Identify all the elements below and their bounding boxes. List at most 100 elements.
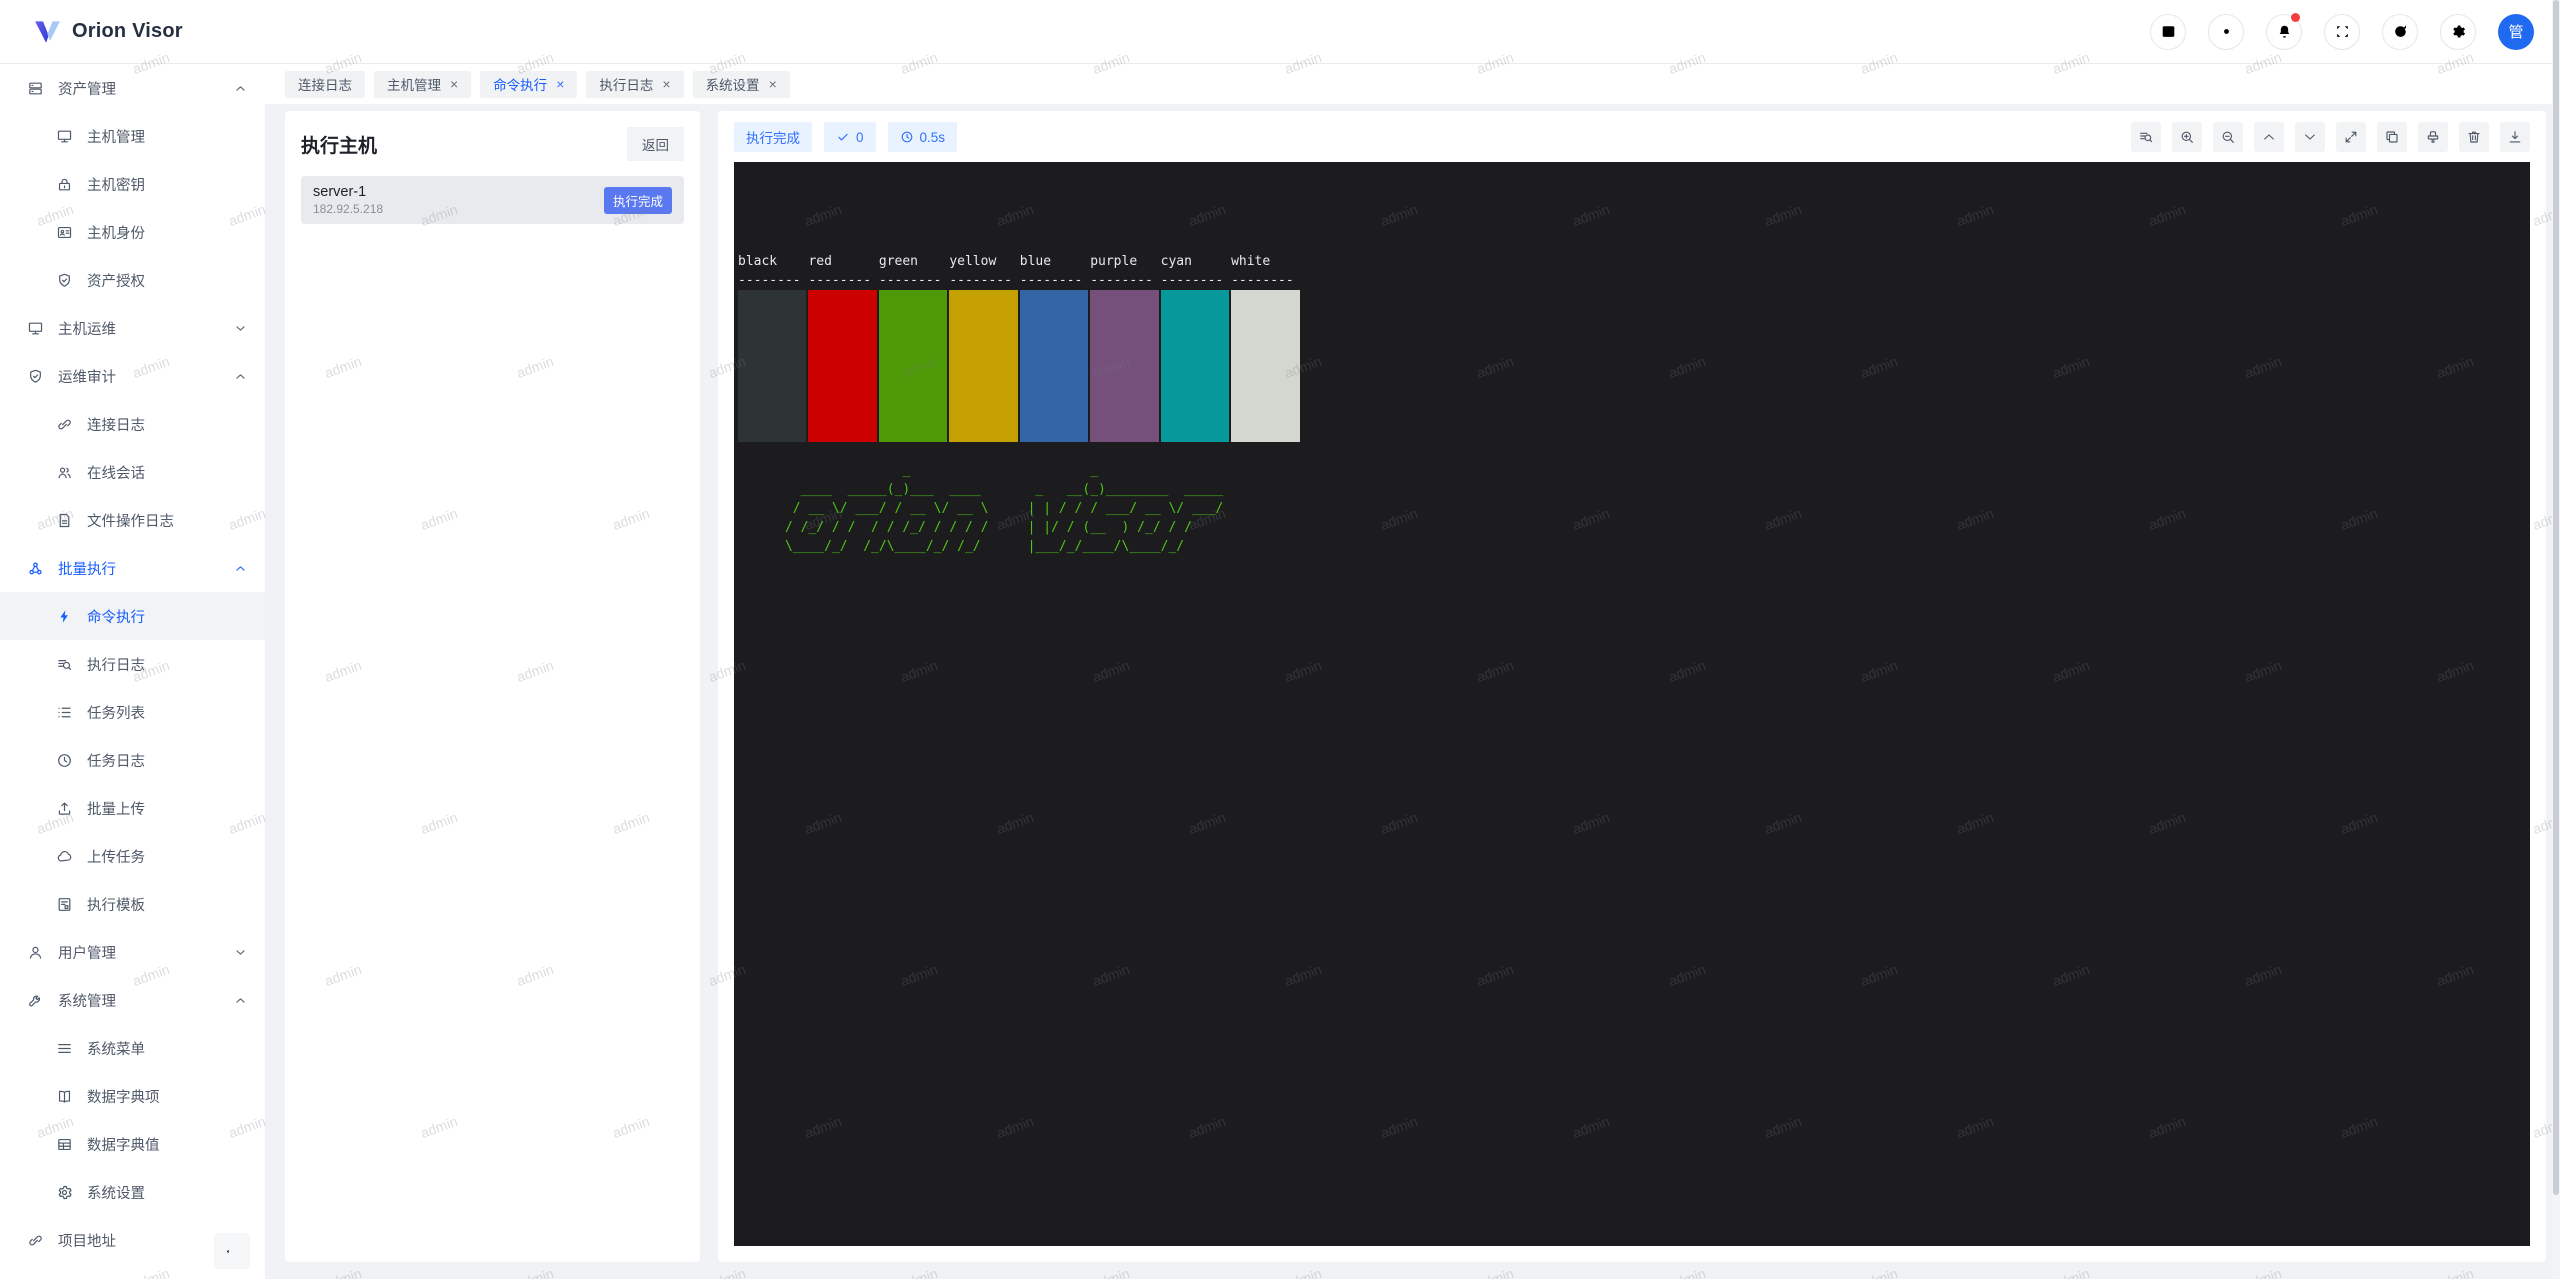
sidebar-item-host-identity[interactable]: 主机身份 — [0, 208, 265, 256]
chevron-up-icon — [2261, 129, 2277, 145]
shield-check-icon — [56, 272, 73, 289]
tab-connect-log[interactable]: 连接日志 — [285, 71, 365, 98]
tab-command-execution[interactable]: 命令执行× — [480, 71, 577, 98]
zoom-in-icon — [2179, 129, 2195, 145]
sidebar-item-batch-upload[interactable]: 批量上传 — [0, 784, 265, 832]
refresh-button[interactable] — [2382, 14, 2418, 50]
chevron-down-icon — [234, 322, 247, 335]
sidebar-item-upload-task[interactable]: 上传任务 — [0, 832, 265, 880]
user-avatar[interactable]: 管 — [2498, 14, 2534, 50]
sidebar-group-host-ops[interactable]: 主机运维 — [0, 304, 265, 352]
sidebar-item-asset-authorization[interactable]: 资产授权 — [0, 256, 265, 304]
sidebar-item-task-log[interactable]: 任务日志 — [0, 736, 265, 784]
monitor-icon — [27, 320, 44, 337]
chevron-down-icon — [2302, 129, 2318, 145]
zoom-out-icon — [2220, 129, 2236, 145]
brush-icon — [2425, 129, 2441, 145]
sidebar-item-command-execution[interactable]: 命令执行 — [0, 592, 265, 640]
sidebar-item-dict-values[interactable]: 数据字典值 — [0, 1120, 265, 1168]
settings-button[interactable] — [2440, 14, 2476, 50]
notifications-button[interactable] — [2266, 14, 2302, 50]
host-name: server-1 — [313, 184, 383, 200]
user-icon — [27, 944, 44, 961]
status-badge: 执行完成 — [734, 122, 812, 152]
sidebar-group-asset-management[interactable]: 资产管理 — [0, 64, 265, 112]
sidebar-group-batch-execution[interactable]: 批量执行 — [0, 544, 265, 592]
chevron-up-icon — [234, 994, 247, 1007]
theme-toggle-button[interactable] — [2208, 14, 2244, 50]
sidebar-menu: 资产管理主机管理主机密钥主机身份资产授权主机运维运维审计连接日志在线会话文件操作… — [0, 64, 265, 1264]
sidebar: 资产管理主机管理主机密钥主机身份资产授权主机运维运维审计连接日志在线会话文件操作… — [0, 64, 265, 1279]
sidebar-item-connect-log[interactable]: 连接日志 — [0, 400, 265, 448]
sidebar-group-user-management[interactable]: 用户管理 — [0, 928, 265, 976]
sidebar-group-system-management[interactable]: 系统管理 — [0, 976, 265, 1024]
sidebar-item-execution-template[interactable]: 执行模板 — [0, 880, 265, 928]
terminal-output[interactable]: black red green yellow blue purple cyan … — [734, 162, 2530, 1246]
swatch-white — [1231, 290, 1301, 442]
chevron-up-button[interactable] — [2254, 122, 2284, 152]
trash-button[interactable] — [2459, 122, 2489, 152]
app-logo: Orion Visor — [34, 20, 183, 44]
sidebar-item-system-menu[interactable]: 系统菜单 — [0, 1024, 265, 1072]
execution-hosts-panel: 执行主机 返回 server-1 182.92.5.218 执行完成 — [285, 111, 700, 1262]
close-icon[interactable]: × — [556, 77, 564, 91]
link-icon — [27, 1232, 44, 1249]
sidebar-item-online-session[interactable]: 在线会话 — [0, 448, 265, 496]
clock-icon — [56, 752, 73, 769]
close-icon[interactable]: × — [769, 77, 777, 91]
brush-button[interactable] — [2418, 122, 2448, 152]
chevron-down-button[interactable] — [2295, 122, 2325, 152]
sidebar-item-host-keys[interactable]: 主机密钥 — [0, 160, 265, 208]
back-button[interactable]: 返回 — [627, 127, 684, 161]
ascii-art-line: \____/_/ /_/\____/_/ /_/ |___/_/____/\__… — [738, 537, 2526, 556]
users-icon — [56, 464, 73, 481]
expand-button[interactable] — [2336, 122, 2366, 152]
expand-icon — [2343, 129, 2359, 145]
tab-bar: 连接日志主机管理× 命令执行× 执行日志× 系统设置× — [265, 64, 2560, 104]
palette-labels: black red green yellow blue purple cyan … — [738, 252, 2526, 271]
page-scrollbar-thumb[interactable] — [2553, 0, 2559, 1195]
zoom-out-button[interactable] — [2213, 122, 2243, 152]
host-status-badge: 执行完成 — [604, 187, 672, 214]
sidebar-item-dict-keys[interactable]: 数据字典项 — [0, 1072, 265, 1120]
tab-execution-log[interactable]: 执行日志× — [586, 71, 683, 98]
file-text-icon — [56, 512, 73, 529]
search-list-button[interactable] — [2131, 122, 2161, 152]
header-actions: 管 — [2150, 14, 2534, 50]
search-list-icon — [56, 656, 73, 673]
clock-icon — [900, 130, 914, 144]
code-square-button[interactable] — [2150, 14, 2186, 50]
cluster-icon — [27, 560, 44, 577]
sidebar-item-execution-log[interactable]: 执行日志 — [0, 640, 265, 688]
sidebar-item-file-operation-log[interactable]: 文件操作日志 — [0, 496, 265, 544]
color-swatches — [738, 290, 2526, 442]
close-icon[interactable]: × — [450, 77, 458, 91]
tab-system-settings[interactable]: 系统设置× — [693, 71, 790, 98]
sidebar-item-task-list[interactable]: 任务列表 — [0, 688, 265, 736]
copy-icon — [2384, 129, 2400, 145]
swatch-green — [879, 290, 949, 442]
swatch-red — [808, 290, 878, 442]
exit-code-badge: 0 — [824, 122, 876, 152]
sidebar-collapse-button[interactable] — [214, 1233, 250, 1269]
swatch-cyan — [1161, 290, 1231, 442]
id-card-icon — [56, 224, 73, 241]
swatch-black — [738, 290, 808, 442]
sidebar-group-ops-audit[interactable]: 运维审计 — [0, 352, 265, 400]
fullscreen-button[interactable] — [2324, 14, 2360, 50]
host-item[interactable]: server-1 182.92.5.218 执行完成 — [301, 176, 684, 224]
sidebar-item-system-settings[interactable]: 系统设置 — [0, 1168, 265, 1216]
chevron-up-icon — [234, 370, 247, 383]
bolt-icon — [56, 608, 73, 625]
app-header: Orion Visor 管 — [0, 0, 2560, 64]
copy-button[interactable] — [2377, 122, 2407, 152]
check-icon — [836, 130, 850, 144]
close-icon[interactable]: × — [662, 77, 670, 91]
zoom-in-button[interactable] — [2172, 122, 2202, 152]
download-button[interactable] — [2500, 122, 2530, 152]
ascii-art-line: / __ \/ ___/ / __ \/ __ \ | | / / / ___/… — [738, 499, 2526, 518]
chevron-up-icon — [234, 562, 247, 575]
tab-host-management[interactable]: 主机管理× — [374, 71, 471, 98]
notification-dot — [2291, 13, 2300, 22]
sidebar-item-host-management[interactable]: 主机管理 — [0, 112, 265, 160]
